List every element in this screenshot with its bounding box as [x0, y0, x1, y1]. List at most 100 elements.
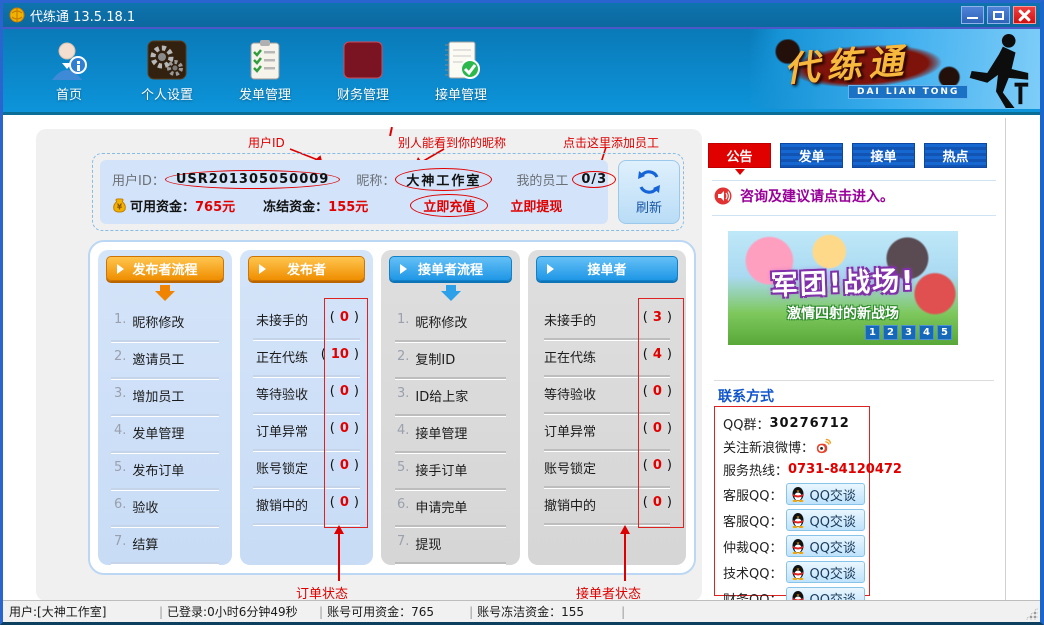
svg-text:¥: ¥ — [117, 202, 123, 211]
brand-banner: 代练通 DAI LIAN TONG — [750, 29, 1040, 109]
status-row[interactable]: 等待验收 (0) — [240, 381, 373, 418]
qq-chat-label: QQ交谈 — [809, 485, 855, 504]
status-row[interactable]: 等待验收 (0) — [528, 381, 686, 418]
toolbar-label: 发单管理 — [239, 84, 291, 103]
notebook-check-icon — [439, 38, 483, 82]
status-row[interactable]: 订单异常 (0) — [528, 418, 686, 455]
ad-banner[interactable]: 军团!战场! 激情四射的新战场 12345 — [728, 231, 958, 345]
account-row-funds: ¥ 可用资金： 765元 冻结资金： 155元 立即充值 立即提现 — [112, 194, 598, 217]
qq-contact-label: 客服QQ： — [723, 511, 782, 530]
status-row[interactable]: 正在代练 (10) — [240, 344, 373, 381]
flow-step[interactable]: 6. 验收 — [98, 494, 232, 531]
status-count: (0) — [330, 421, 359, 436]
taker-status-card: 接单者 未接手的 (3) 正在代练 (4) — [528, 250, 686, 565]
main-area: 用户ID 别人能看到你的昵称 点击这里添加员工 用户ID： USR2013050… — [3, 118, 1040, 603]
status-count: (4) — [643, 347, 672, 362]
tab-label: 公告 — [726, 146, 752, 165]
play-icon — [117, 264, 124, 274]
toolbar-label: 接单管理 — [435, 84, 487, 103]
hotline-label: 服务热线： — [723, 460, 788, 479]
resize-grip[interactable] — [1025, 607, 1038, 620]
refresh-button[interactable]: 刷新 — [618, 160, 680, 224]
step-number: 2. — [114, 349, 126, 364]
step-number: 3. — [114, 386, 126, 401]
status-row[interactable]: 账号锁定 (0) — [240, 455, 373, 492]
toolbar-item-settings[interactable]: 个人设置 — [123, 38, 211, 103]
qq-contact-label: 技术QQ： — [723, 563, 782, 582]
toolbar: 首页 个人设置 发单管理 — [3, 29, 1040, 115]
status-row[interactable]: 正在代练 (4) — [528, 344, 686, 381]
status-row[interactable]: 账号锁定 (0) — [528, 455, 686, 492]
qq-contact-row: 仲裁QQ： QQ交谈 — [723, 533, 869, 559]
flow-step[interactable]: 4. 接单管理 — [381, 420, 520, 457]
step-number: 6. — [397, 497, 409, 512]
flow-step[interactable]: 7. 结算 — [98, 531, 232, 565]
minimize-button[interactable] — [961, 6, 984, 24]
status-count: (10) — [321, 347, 359, 362]
right-tab[interactable]: 热点 — [924, 143, 987, 168]
right-tab[interactable]: 发单 — [780, 143, 843, 168]
flow-step[interactable]: 5. 发布订单 — [98, 457, 232, 494]
available-funds-value: 765元 — [195, 196, 235, 215]
right-tab[interactable]: 接单 — [852, 143, 915, 168]
status-count: (0) — [330, 495, 359, 510]
status-row[interactable]: 撤销中的 (0) — [240, 492, 373, 529]
flow-step[interactable]: 1. 昵称修改 — [381, 309, 520, 346]
maximize-button[interactable] — [987, 6, 1010, 24]
taker-flow-header[interactable]: 接单者流程 — [389, 256, 512, 281]
banner-page-button[interactable]: 1 — [865, 325, 880, 340]
page-number: 3 — [905, 327, 912, 338]
qq-group-label: QQ群： — [723, 414, 769, 433]
status-row[interactable]: 未接手的 (3) — [528, 307, 686, 344]
qq-chat-button[interactable]: QQ交谈 — [786, 561, 864, 583]
toolbar-item-take-orders[interactable]: 接单管理 — [417, 38, 505, 103]
flow-step[interactable]: 4. 发单管理 — [98, 420, 232, 457]
flow-step[interactable]: 1. 昵称修改 — [98, 309, 232, 346]
qq-chat-button[interactable]: QQ交谈 — [786, 509, 864, 531]
banner-page-button[interactable]: 5 — [937, 325, 952, 340]
flow-step[interactable]: 6. 申请完单 — [381, 494, 520, 531]
toolbar-item-issue-orders[interactable]: 发单管理 — [221, 38, 309, 103]
status-count: (0) — [643, 495, 672, 510]
step-number: 4. — [397, 423, 409, 438]
right-tab[interactable]: 公告 — [708, 143, 771, 168]
flow-step[interactable]: 3. 增加员工 — [98, 383, 232, 420]
qq-chat-button[interactable]: QQ交谈 — [786, 535, 864, 557]
close-button[interactable] — [1013, 6, 1036, 24]
dashboard-panel: 用户ID 别人能看到你的昵称 点击这里添加员工 用户ID： USR2013050… — [36, 129, 702, 601]
step-number: 2. — [397, 349, 409, 364]
status-row[interactable]: 未接手的 (0) — [240, 307, 373, 344]
flow-step[interactable]: 2. 邀请员工 — [98, 346, 232, 383]
banner-page-button[interactable]: 2 — [883, 325, 898, 340]
withdraw-link[interactable]: 立即提现 — [510, 196, 562, 215]
step-number: 5. — [397, 460, 409, 475]
status-row[interactable]: 订单异常 (0) — [240, 418, 373, 455]
right-panel: 公告 发单 接单 热点 — [706, 118, 1005, 603]
close-icon — [1014, 7, 1035, 23]
status-label: 撤销中的 — [256, 495, 308, 514]
recharge-link[interactable]: 立即充值 — [410, 194, 488, 217]
qq-chat-button[interactable]: QQ交谈 — [786, 483, 864, 505]
toolbar-item-finance[interactable]: 财务管理 — [319, 38, 407, 103]
flow-step[interactable]: 2. 复制ID — [381, 346, 520, 383]
status-available-funds: 账号可用资金：765 — [327, 603, 465, 620]
toolbar-item-home[interactable]: 首页 — [25, 38, 113, 103]
banner-page-button[interactable]: 4 — [919, 325, 934, 340]
publisher-flow-header[interactable]: 发布者流程 — [106, 256, 224, 281]
flow-step[interactable]: 3. ID给上家 — [381, 383, 520, 420]
annotation-tick — [389, 127, 393, 136]
status-row[interactable]: 撤销中的 (0) — [528, 492, 686, 529]
page-number: 5 — [941, 327, 948, 338]
right-scroll-area[interactable] — [1005, 118, 1040, 603]
weibo-icon[interactable] — [814, 438, 831, 455]
notice-link[interactable]: 咨询及建议请点击进入。 — [714, 186, 894, 206]
taker-status-header[interactable]: 接单者 — [536, 256, 678, 281]
flow-step[interactable]: 7. 提现 — [381, 531, 520, 565]
publisher-status-header[interactable]: 发布者 — [248, 256, 365, 281]
qq-contact-row: 技术QQ： QQ交谈 — [723, 559, 869, 585]
status-separator: | — [159, 605, 163, 619]
flow-step[interactable]: 5. 接手订单 — [381, 457, 520, 494]
status-label: 等待验收 — [256, 384, 308, 403]
status-frozen-funds: 账号冻洁资金：155 — [477, 603, 617, 620]
banner-page-button[interactable]: 3 — [901, 325, 916, 340]
